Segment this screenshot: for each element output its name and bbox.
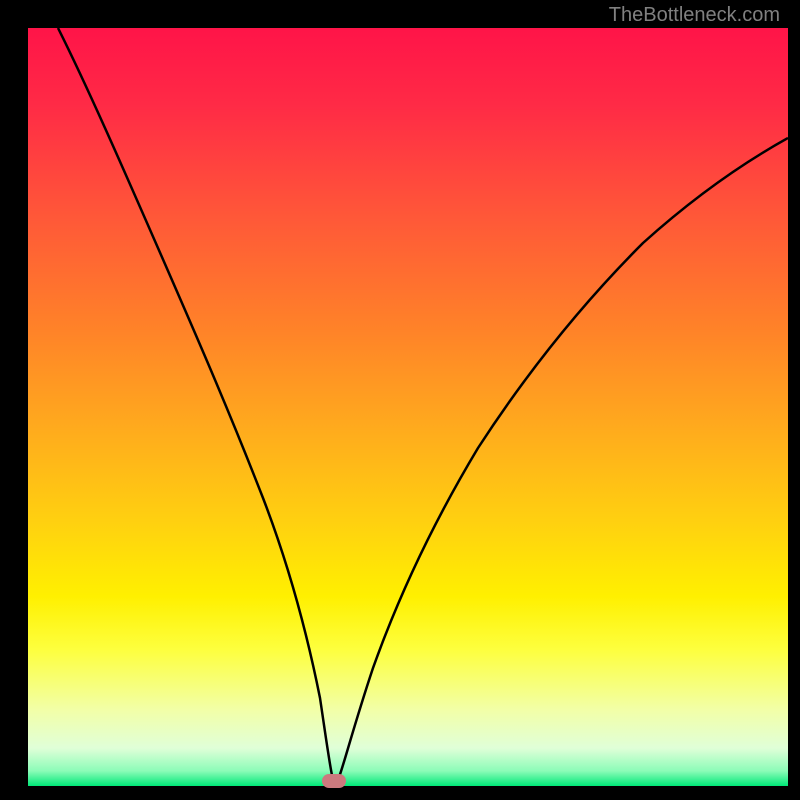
bottleneck-curve (58, 28, 788, 780)
watermark-text: TheBottleneck.com (609, 4, 780, 27)
plot-area (28, 28, 788, 786)
curve-svg (28, 28, 788, 786)
minimum-marker (322, 774, 346, 788)
